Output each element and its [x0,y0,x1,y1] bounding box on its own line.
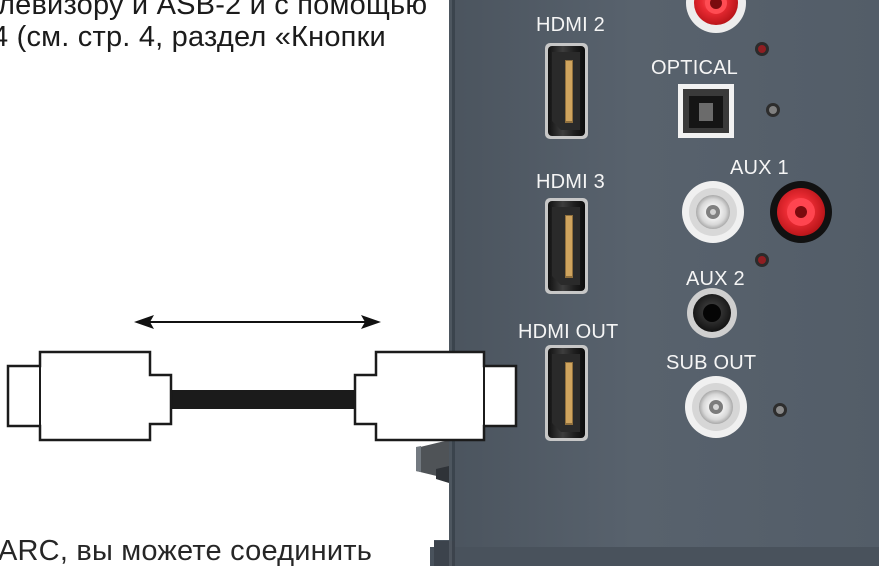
hdmi-3-label: HDMI 3 [536,171,605,193]
aux-2-label: AUX 2 [686,268,745,290]
hdmi-out-label: HDMI OUT [518,321,619,343]
aux-1-label: AUX 1 [730,157,789,179]
sub-out-label: SUB OUT [666,352,757,374]
double-arrow-icon [134,315,381,329]
optical-label: OPTICAL [651,57,738,79]
manual-page-illustration: левизору и ASB-2 и с помощью 4 (см. стр.… [0,0,879,566]
hdmi-2-label: HDMI 2 [536,14,605,36]
